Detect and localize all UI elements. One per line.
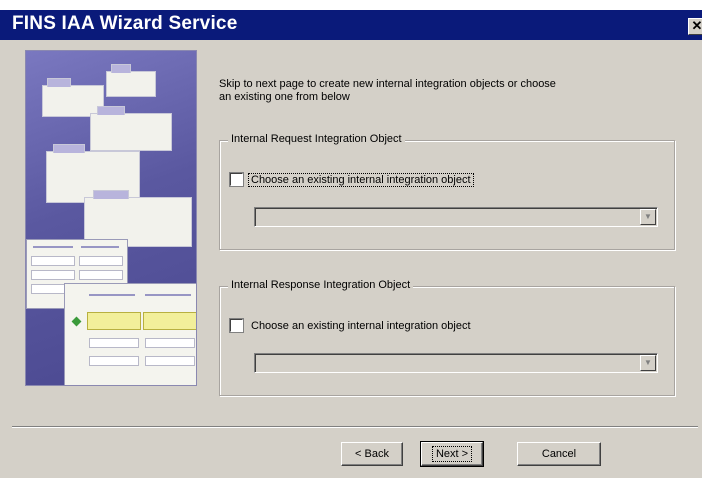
request-group-label: Internal Request Integration Object: [228, 133, 405, 145]
response-group-label: Internal Response Integration Object: [228, 279, 414, 291]
response-object-dropdown[interactable]: ▼: [254, 353, 658, 373]
cancel-button[interactable]: Cancel: [517, 442, 601, 466]
folder-icon: [90, 106, 172, 151]
button-separator: [12, 426, 698, 428]
response-existing-option[interactable]: Choose an existing internal integration …: [230, 319, 473, 332]
request-object-dropdown[interactable]: ▼: [254, 207, 658, 227]
chevron-down-icon[interactable]: ▼: [640, 209, 656, 225]
wizard-dialog: FINS IAA Wizard Service ✕ Skip to next p…: [0, 10, 702, 478]
request-existing-checkbox[interactable]: [230, 173, 243, 186]
back-button-label: < Back: [355, 448, 389, 460]
intro-line-1: Skip to next page to create new internal…: [219, 78, 556, 90]
next-button-label: Next >: [431, 446, 473, 462]
cancel-button-label: Cancel: [541, 448, 577, 460]
back-button[interactable]: < Back: [341, 442, 403, 466]
response-existing-checkbox-label[interactable]: Choose an existing internal integration …: [249, 320, 473, 332]
chevron-down-icon[interactable]: ▼: [640, 355, 656, 371]
request-existing-option[interactable]: Choose an existing internal integration …: [230, 172, 474, 187]
response-existing-checkbox[interactable]: [230, 319, 243, 332]
wizard-illustration: [25, 50, 197, 386]
window-title: FINS IAA Wizard Service: [12, 13, 238, 34]
intro-text: Skip to next page to create new internal…: [219, 78, 639, 104]
next-button[interactable]: Next >: [420, 441, 484, 467]
request-integration-group: Internal Request Integration Object Choo…: [219, 133, 675, 250]
close-icon[interactable]: ✕: [688, 18, 702, 35]
response-integration-group: Internal Response Integration Object Cho…: [219, 279, 675, 396]
folder-icon: [106, 64, 156, 97]
diamond-icon: [71, 316, 82, 327]
request-existing-checkbox-label[interactable]: Choose an existing internal integration …: [248, 172, 474, 187]
intro-line-2: an existing one from below: [219, 91, 350, 103]
title-bar[interactable]: FINS IAA Wizard Service ✕: [0, 10, 702, 40]
table-graphic: [64, 283, 196, 385]
